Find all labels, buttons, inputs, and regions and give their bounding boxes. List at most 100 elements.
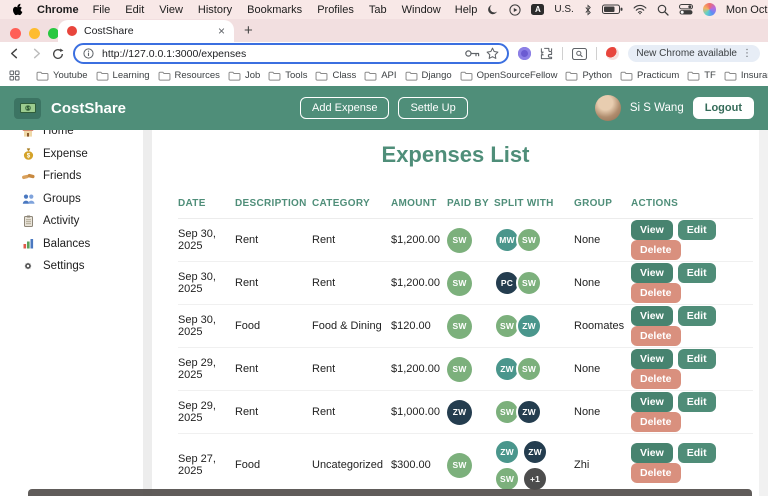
sidebar-item-activity[interactable]: Activity — [21, 210, 143, 233]
menu-item[interactable]: View — [159, 4, 183, 16]
kebab-menu-icon[interactable]: ⋮ — [742, 48, 752, 59]
sidebar-item-balances[interactable]: Balances — [21, 233, 143, 256]
bookmark-star-icon[interactable] — [486, 47, 499, 60]
page-scrollbar[interactable] — [759, 130, 768, 496]
reload-icon[interactable] — [52, 48, 64, 60]
new-tab-button[interactable]: + — [244, 22, 253, 39]
sidebar-scrollbar[interactable] — [143, 130, 152, 496]
bookmark-folder[interactable]: Job — [228, 70, 260, 81]
menu-item[interactable]: Window — [402, 4, 441, 16]
bookmark-folder[interactable]: Django — [405, 70, 452, 81]
menu-item[interactable]: File — [93, 4, 111, 16]
expense-amount: $300.00 — [391, 459, 447, 471]
bookmark-folder-label: Insurance — [741, 70, 768, 81]
apps-grid-icon[interactable] — [9, 70, 20, 81]
settle-up-button[interactable]: Settle Up — [398, 97, 467, 119]
apple-icon[interactable] — [12, 3, 23, 16]
tab-close-icon[interactable]: × — [218, 25, 225, 37]
view-button[interactable]: View — [631, 306, 673, 326]
back-icon[interactable] — [8, 47, 21, 60]
chrome-update-chip[interactable]: New Chrome available ⋮ — [628, 45, 760, 62]
spotlight-search-icon[interactable] — [657, 4, 669, 16]
sidebar-item-expense[interactable]: $ Expense — [21, 143, 143, 166]
sidebar-item-home[interactable]: Home — [21, 130, 143, 143]
main-content: Expenses List DATE DESCRIPTION CATEGORY … — [152, 130, 759, 496]
view-button[interactable]: View — [631, 443, 673, 463]
bookmark-folder[interactable]: TF — [687, 70, 716, 81]
bookmark-folder[interactable]: Practicum — [620, 70, 679, 81]
forward-icon[interactable] — [30, 47, 43, 60]
sidebar-item-groups[interactable]: Groups — [21, 188, 143, 211]
siri-icon[interactable] — [703, 3, 716, 16]
split-with-cell: ZWZWSW+1 — [494, 439, 574, 492]
user-avatar[interactable] — [595, 95, 621, 121]
passwords-key-icon[interactable] — [465, 49, 480, 58]
screen-record-icon[interactable] — [509, 4, 521, 16]
view-button[interactable]: View — [631, 349, 673, 369]
bookmark-folder[interactable]: API — [364, 70, 396, 81]
browser-toolbar: New Chrome available ⋮ — [0, 42, 768, 65]
sidebar-item-friends[interactable]: Friends — [21, 165, 143, 188]
expense-amount: $1,200.00 — [391, 363, 447, 375]
input-source-label[interactable]: U.S. — [554, 4, 573, 15]
folder-icon — [405, 71, 418, 81]
user-avatar: SW — [447, 228, 472, 253]
view-button[interactable]: View — [631, 220, 673, 240]
bookmark-folder[interactable]: Insurance — [724, 70, 768, 81]
edit-button[interactable]: Edit — [678, 392, 716, 412]
window-minimize-button[interactable] — [29, 28, 40, 39]
extensions-puzzle-icon[interactable] — [540, 47, 553, 60]
add-expense-button[interactable]: Add Expense — [300, 97, 389, 119]
edit-button[interactable]: Edit — [678, 220, 716, 240]
delete-button[interactable]: Delete — [631, 369, 681, 389]
site-info-icon[interactable] — [83, 48, 94, 59]
menu-item-help[interactable]: Help — [455, 4, 478, 16]
menu-clock[interactable]: Mon Oct 6 11:45 AM — [726, 4, 768, 16]
do-not-disturb-icon[interactable] — [487, 4, 499, 16]
bookmark-folder[interactable]: Learning — [96, 70, 150, 81]
edit-button[interactable]: Edit — [678, 306, 716, 326]
window-close-button[interactable] — [10, 28, 21, 39]
menu-item[interactable]: Edit — [125, 4, 144, 16]
delete-button[interactable]: Delete — [631, 412, 681, 432]
side-panel-icon[interactable] — [572, 48, 587, 60]
url-input[interactable] — [100, 47, 459, 61]
input-source-icon[interactable]: A — [531, 4, 544, 15]
view-button[interactable]: View — [631, 263, 673, 283]
bookmark-folder[interactable]: Python — [565, 70, 612, 81]
bookmark-folder[interactable]: Resources — [158, 70, 220, 81]
split-with-cell: ZWSW — [494, 356, 574, 382]
sidebar-item-settings[interactable]: Settings — [21, 255, 143, 278]
edit-button[interactable]: Edit — [678, 349, 716, 369]
people-icon — [21, 194, 35, 204]
edit-button[interactable]: Edit — [678, 443, 716, 463]
bookmark-folder[interactable]: Class — [315, 70, 356, 81]
delete-button[interactable]: Delete — [631, 240, 681, 260]
browser-tab[interactable]: CostShare × — [58, 20, 234, 42]
menu-item[interactable]: Tab — [369, 4, 387, 16]
extension-icon[interactable] — [518, 47, 531, 60]
address-bar[interactable] — [73, 43, 509, 64]
delete-button[interactable]: Delete — [631, 326, 681, 346]
menu-app-name[interactable]: Chrome — [37, 4, 79, 16]
battery-icon[interactable] — [602, 4, 623, 15]
control-center-icon[interactable] — [679, 4, 693, 15]
paid-by-cell: SW — [447, 453, 494, 478]
paid-by-cell: SW — [447, 271, 494, 296]
split-with-cell: SWZW — [494, 313, 574, 339]
menu-item[interactable]: History — [198, 4, 232, 16]
wifi-icon[interactable] — [633, 4, 647, 15]
menu-item[interactable]: Profiles — [317, 4, 354, 16]
view-button[interactable]: View — [631, 392, 673, 412]
menu-item[interactable]: Bookmarks — [247, 4, 302, 16]
bookmark-folder[interactable]: Tools — [268, 70, 307, 81]
bookmark-folder[interactable]: Youtube — [36, 70, 88, 81]
edit-button[interactable]: Edit — [678, 263, 716, 283]
brand-name[interactable]: CostShare — [51, 100, 126, 117]
delete-button[interactable]: Delete — [631, 463, 681, 483]
delete-button[interactable]: Delete — [631, 283, 681, 303]
profile-avatar-icon[interactable] — [606, 47, 619, 60]
logout-button[interactable]: Logout — [693, 97, 754, 119]
bluetooth-icon[interactable] — [584, 4, 592, 16]
bookmark-folder[interactable]: OpenSourceFellow — [460, 70, 558, 81]
